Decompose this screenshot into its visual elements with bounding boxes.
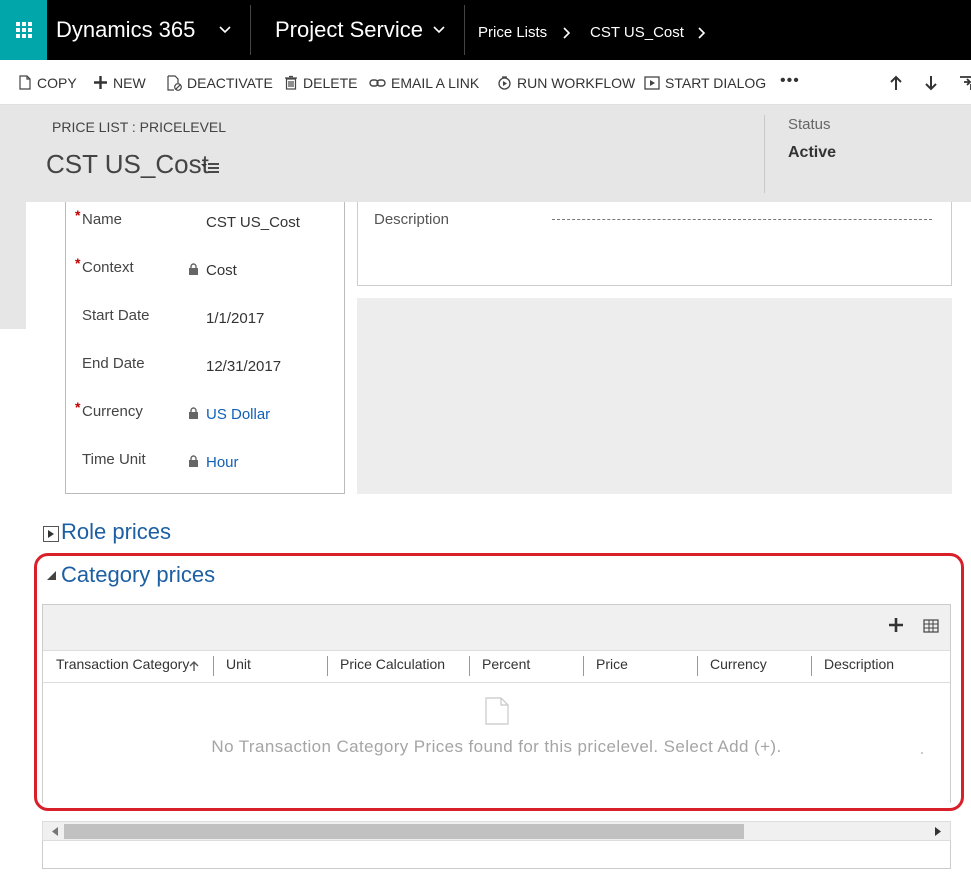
trash-icon <box>285 75 297 90</box>
workflow-icon <box>498 75 511 90</box>
start-dialog-label: START DIALOG <box>665 74 767 91</box>
deactivate-icon <box>167 74 182 91</box>
deactivate-label: DEACTIVATE <box>187 74 273 91</box>
module-name[interactable]: Project Service <box>275 0 423 60</box>
end-date-field[interactable]: 12/31/2017 <box>206 358 281 375</box>
name-label: Name <box>82 211 123 228</box>
context-label: Context <box>82 259 134 276</box>
delete-button[interactable]: DELETE <box>284 60 357 105</box>
chevron-down-icon[interactable] <box>218 22 232 36</box>
expand-icon[interactable] <box>958 74 971 92</box>
chevron-right-icon <box>563 27 571 39</box>
scroll-left-icon[interactable] <box>51 827 59 836</box>
chevron-down-icon[interactable] <box>432 22 446 36</box>
waffle-icon <box>15 22 32 38</box>
link-icon <box>369 78 386 87</box>
lock-icon <box>189 455 198 467</box>
description-field[interactable] <box>552 219 932 220</box>
header-divider <box>764 115 765 193</box>
dialog-icon <box>644 75 660 90</box>
breadcrumb-record[interactable]: CST US_Cost <box>590 0 684 64</box>
description-label: Description <box>374 211 450 228</box>
command-bar: COPY NEW DEACTIVATE DELETE EMAIL A LINK … <box>0 60 971 105</box>
copy-button[interactable]: COPY <box>18 60 77 105</box>
plus-icon <box>94 76 107 89</box>
app-launcher-button[interactable] <box>0 0 47 60</box>
email-link-button[interactable]: EMAIL A LINK <box>369 60 479 105</box>
scroll-right-icon[interactable] <box>934 827 942 836</box>
copy-icon <box>19 75 31 90</box>
role-prices-section-title[interactable]: Role prices <box>61 519 171 545</box>
left-margin <box>0 202 26 329</box>
empty-panel <box>357 298 952 494</box>
name-field[interactable]: CST US_Cost <box>206 214 300 231</box>
new-button[interactable]: NEW <box>93 60 146 105</box>
start-date-label: Start Date <box>82 307 150 324</box>
email-link-label: EMAIL A LINK <box>391 74 480 91</box>
scrollbar-thumb[interactable] <box>64 824 744 839</box>
more-commands-button[interactable]: ••• <box>780 60 800 105</box>
expand-section-button[interactable] <box>43 526 59 542</box>
required-marker: * <box>75 207 81 223</box>
highlight-frame <box>34 553 964 811</box>
entity-type-label: PRICE LIST : PRICELEVEL <box>52 119 227 135</box>
run-workflow-button[interactable]: RUN WORKFLOW <box>497 60 635 105</box>
top-nav-bar: Dynamics 365 Project Service Price Lists… <box>0 0 971 60</box>
currency-label: Currency <box>82 403 143 420</box>
chevron-right-icon[interactable] <box>697 26 707 40</box>
lock-icon <box>189 407 198 419</box>
nav-divider <box>250 5 251 55</box>
copy-label: COPY <box>37 74 77 91</box>
end-date-label: End Date <box>82 355 145 372</box>
start-date-field[interactable]: 1/1/2017 <box>206 310 264 327</box>
nav-divider <box>464 5 465 55</box>
page-title: CST US_Cost <box>46 149 209 179</box>
status-value: Active <box>788 144 837 161</box>
context-field: Cost <box>206 262 237 279</box>
delete-label: DELETE <box>303 74 358 91</box>
status-label: Status <box>788 116 831 133</box>
new-label: NEW <box>113 74 146 91</box>
grid-footer <box>42 841 951 869</box>
record-header: PRICE LIST : PRICELEVEL CST US_Cost Stat… <box>0 105 971 202</box>
form-selector-icon[interactable] <box>200 160 220 174</box>
required-marker: * <box>75 399 81 415</box>
triangle-right-icon <box>48 530 54 538</box>
time-unit-link[interactable]: Hour <box>206 454 239 471</box>
arrow-down-icon[interactable] <box>923 74 939 92</box>
start-dialog-button[interactable]: START DIALOG <box>644 60 766 105</box>
arrow-up-icon[interactable] <box>888 74 904 92</box>
deactivate-button[interactable]: DEACTIVATE <box>166 60 273 105</box>
app-name[interactable]: Dynamics 365 <box>56 0 195 60</box>
run-workflow-label: RUN WORKFLOW <box>517 74 636 91</box>
lock-icon <box>189 263 198 275</box>
breadcrumb-price-lists[interactable]: Price Lists <box>478 0 547 64</box>
currency-link[interactable]: US Dollar <box>206 406 270 423</box>
time-unit-label: Time Unit <box>82 451 146 468</box>
required-marker: * <box>75 255 81 271</box>
